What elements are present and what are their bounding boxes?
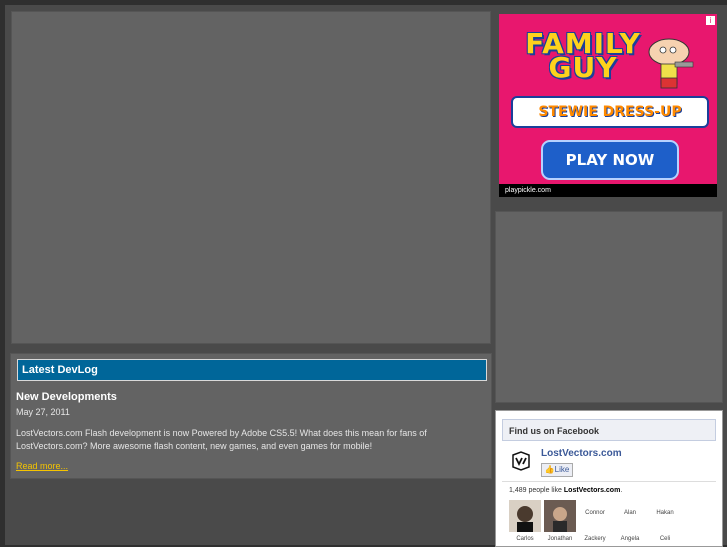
facebook-widget-header[interactable]: Find us on Facebook bbox=[502, 419, 716, 441]
fan-name[interactable]: Jonathan bbox=[540, 536, 580, 542]
thumbs-up-icon: 👍 bbox=[544, 465, 555, 474]
facebook-page-name[interactable]: LostVectors.com bbox=[541, 448, 622, 459]
fan-name[interactable]: Zackery bbox=[575, 536, 615, 542]
fan-avatar[interactable] bbox=[544, 500, 576, 532]
lostvectors-logo-icon[interactable] bbox=[511, 451, 531, 471]
sidebar-content-box bbox=[495, 211, 723, 403]
featured-content-area[interactable] bbox=[11, 11, 491, 344]
fan-name[interactable]: Hakan bbox=[645, 510, 685, 516]
play-now-button[interactable]: PLAY NOW bbox=[541, 140, 679, 180]
fan-name[interactable]: Alan bbox=[610, 510, 650, 516]
ad-subtitle: STEWIE DRESS-UP bbox=[511, 96, 709, 128]
ad-info-icon[interactable]: i bbox=[706, 16, 715, 25]
post-date: May 27, 2011 bbox=[16, 407, 70, 417]
ad-title: FAMILY GUY bbox=[513, 30, 653, 82]
post-body: LostVectors.com Flash development is now… bbox=[16, 428, 427, 451]
facebook-like-button[interactable]: 👍Like bbox=[541, 463, 573, 477]
ad-source[interactable]: playpickle.com bbox=[499, 184, 717, 197]
stewie-character-icon bbox=[648, 38, 694, 89]
fan-name[interactable]: Carlos bbox=[505, 536, 545, 542]
devlog-heading: Latest DevLog bbox=[17, 359, 487, 381]
fan-name[interactable]: Celi bbox=[645, 536, 685, 542]
read-more-link[interactable]: Read more... bbox=[16, 461, 68, 471]
facebook-widget: Find us on Facebook LostVectors.com 👍Lik… bbox=[495, 410, 723, 547]
devlog-panel: Latest DevLog New Developments May 27, 2… bbox=[10, 353, 492, 479]
fan-name[interactable]: Angela bbox=[610, 536, 650, 542]
fan-avatar[interactable] bbox=[509, 500, 541, 532]
divider bbox=[502, 481, 716, 482]
likes-count: 1,489 people like LostVectors.com. bbox=[509, 487, 623, 494]
advertisement-banner[interactable]: i FAMILY GUY STEWIE DRESS-UP PLAY NOW pl… bbox=[499, 14, 717, 197]
post-title: New Developments bbox=[16, 391, 117, 403]
like-label: Like bbox=[554, 465, 570, 474]
fan-name[interactable]: Connor bbox=[575, 510, 615, 516]
